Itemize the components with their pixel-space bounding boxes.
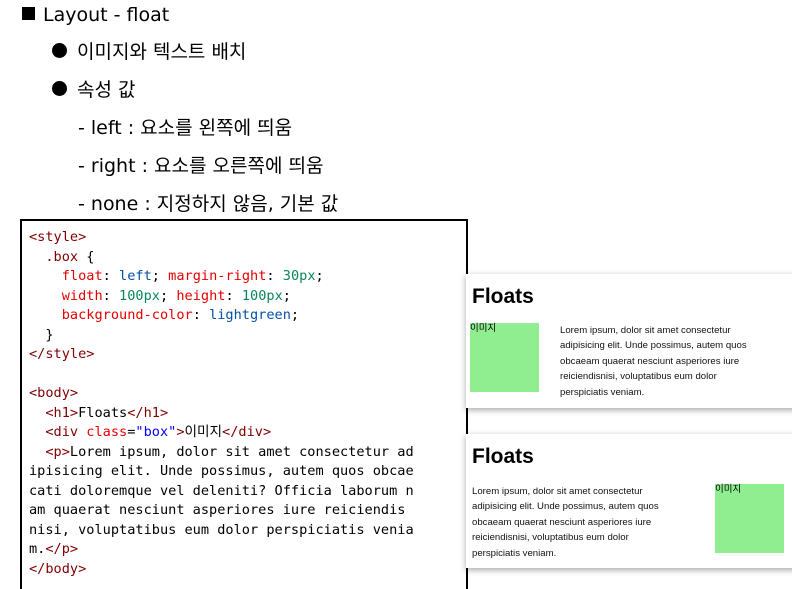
code-line: width: 100px; height: 100px; [29, 287, 466, 307]
code-token: { [78, 248, 95, 265]
code-token: : [102, 287, 120, 304]
example-float-right: Floats 이미지 Lorem ipsum, dolor sit amet c… [466, 434, 792, 568]
example-title: Floats [472, 285, 534, 308]
code-token: Lorem ipsum, dolor sit amet consectetur … [69, 443, 414, 460]
code-token: <body> [29, 385, 79, 401]
code-token: ; [282, 287, 291, 304]
bullet-item: 속성 값 [52, 77, 135, 103]
code-token: 100px [119, 287, 160, 304]
bullet-item: 이미지와 텍스트 배치 [52, 39, 246, 65]
code-token: : [192, 307, 210, 323]
code-token: ipisicing elit. Unde possimus, autem quo… [29, 463, 414, 479]
code-line: background-color: lightgreen; [29, 306, 466, 326]
code-token: width [29, 287, 103, 304]
green-box: 이미지 [715, 484, 784, 553]
code-token: <div [29, 424, 87, 440]
code-token: : [225, 287, 242, 304]
square-bullet-icon [22, 7, 35, 20]
code-token: 이미지 [184, 424, 223, 440]
code-token: > [176, 424, 185, 440]
heading-text: Layout - float [43, 4, 170, 26]
code-token: cati doloremque vel deleniti? Officia la… [29, 482, 414, 499]
code-token: ; [290, 307, 300, 323]
code-line: nisi, voluptatibus eum dolor perspiciati… [29, 521, 466, 541]
code-line: ipisicing elit. Unde possimus, autem quo… [29, 462, 466, 482]
code-token: <h1> [29, 404, 79, 421]
code-line: <div class="box">이미지</div> [29, 423, 466, 443]
code-token: ; [315, 268, 324, 284]
code-token: <style> [29, 229, 87, 245]
code-token: float [29, 268, 103, 284]
code-token: "box" [135, 424, 177, 440]
code-line: .box { [29, 248, 466, 268]
code-token: m. [29, 541, 46, 557]
code-token: 30px [282, 268, 316, 284]
code-token: </h1> [127, 404, 169, 421]
code-token: am quaerat nesciunt asperiores iure reic… [29, 502, 406, 518]
code-token: Floats [78, 404, 128, 421]
code-line: </body> [29, 560, 466, 580]
code-token: ; [159, 287, 177, 304]
circle-bullet-icon [52, 81, 67, 96]
circle-bullet-icon [52, 43, 67, 58]
code-token: .box [29, 248, 79, 265]
code-line: m.</p> [29, 540, 466, 560]
code-token: <p> [29, 443, 70, 460]
value-item-left: - left : 요소를 왼쪽에 띄움 [78, 117, 293, 139]
code-token: left [119, 268, 152, 284]
code-token: </p> [45, 541, 79, 557]
example-title: Floats [472, 445, 534, 468]
code-line: <style> [29, 228, 466, 248]
code-token: </style> [29, 346, 95, 362]
example-paragraph: Lorem ipsum, dolor sit amet consectetur … [472, 486, 659, 559]
code-token: 100px [241, 287, 283, 304]
code-token: height [176, 287, 226, 304]
code-token: </body> [29, 560, 87, 577]
code-line: <h1>Floats</h1> [29, 404, 466, 424]
code-block: <style> .box { float: left; margin-right… [20, 219, 468, 589]
value-item-none: - none : 지정하지 않음, 기본 값 [78, 193, 339, 215]
code-token: } [29, 326, 54, 343]
code-line: } [29, 326, 466, 346]
code-line: am quaerat nesciunt asperiores iure reic… [29, 501, 466, 521]
code-token: : [266, 268, 283, 284]
code-token: class [86, 424, 128, 440]
code-line: float: left; margin-right: 30px; [29, 267, 466, 287]
code-token: lightgreen [209, 307, 291, 323]
code-line: <p>Lorem ipsum, dolor sit amet consectet… [29, 443, 466, 463]
code-line: </style> [29, 345, 466, 365]
code-token: background-color [29, 307, 193, 323]
code-line: <body> [29, 384, 466, 404]
code-token: ; [151, 268, 169, 284]
code-token: nisi, voluptatibus eum dolor perspiciati… [29, 521, 414, 538]
code-token: : [102, 268, 120, 284]
green-box: 이미지 [470, 323, 539, 392]
value-item-right: - right : 요소를 오른쪽에 띄움 [78, 155, 324, 177]
example-paragraph: Lorem ipsum, dolor sit amet consectetur … [560, 325, 747, 398]
code-line: cati doloremque vel deleniti? Officia la… [29, 482, 466, 502]
slide-heading: Layout - float [22, 2, 169, 28]
code-token: </div> [222, 424, 272, 440]
example-float-left: Floats 이미지 Lorem ipsum, dolor sit amet c… [466, 274, 792, 408]
code-token: margin-right [168, 268, 267, 284]
